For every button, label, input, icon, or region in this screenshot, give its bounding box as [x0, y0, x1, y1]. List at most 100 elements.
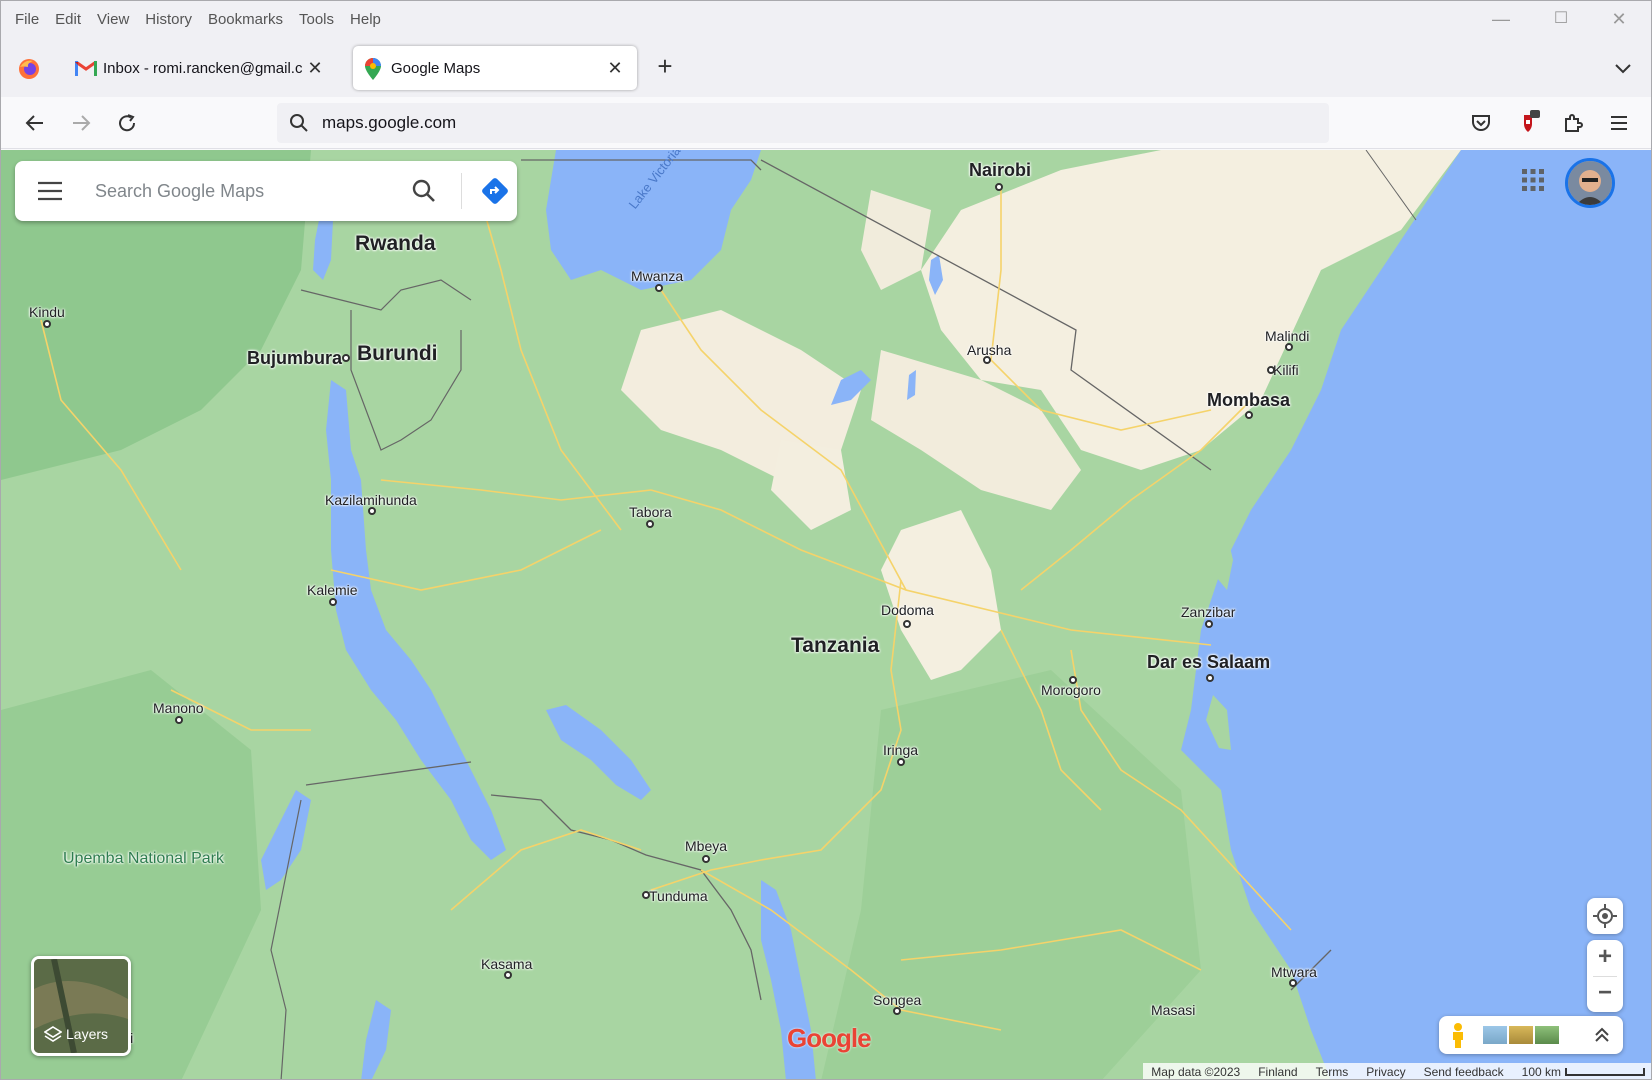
layers-button[interactable]: Layers [31, 956, 131, 1056]
label-rwanda[interactable]: Rwanda [355, 232, 436, 256]
send-feedback-link[interactable]: Send feedback [1424, 1065, 1504, 1079]
my-location-button[interactable] [1587, 898, 1623, 934]
menu-view[interactable]: View [89, 11, 137, 28]
label-kilifi[interactable]: Kilifi [1273, 362, 1299, 378]
city-marker[interactable] [1285, 343, 1293, 351]
apps-grid-icon[interactable] [1521, 168, 1545, 192]
thumbnail-forest[interactable] [1535, 1026, 1559, 1044]
city-marker[interactable] [175, 716, 183, 724]
label-mwanza[interactable]: Mwanza [631, 268, 683, 284]
city-marker[interactable] [995, 183, 1003, 191]
label-mtwara[interactable]: Mtwara [1271, 964, 1317, 980]
label-manono[interactable]: Manono [153, 700, 204, 716]
hamburger-menu-icon[interactable] [37, 180, 63, 202]
terms-link[interactable]: Terms [1316, 1065, 1349, 1079]
label-dar-es-salaam[interactable]: Dar es Salaam [1147, 652, 1270, 673]
thumbnail-terrain[interactable] [1509, 1026, 1533, 1044]
city-marker[interactable] [903, 620, 911, 628]
menu-bookmarks[interactable]: Bookmarks [200, 11, 291, 28]
city-marker[interactable] [983, 356, 991, 364]
search-icon[interactable] [411, 178, 437, 204]
menu-tools[interactable]: Tools [291, 11, 342, 28]
menu-bar: File Edit View History Bookmarks Tools H… [1, 1, 1651, 37]
region-link[interactable]: Finland [1258, 1065, 1297, 1079]
privacy-link[interactable]: Privacy [1366, 1065, 1405, 1079]
pocket-icon[interactable] [1465, 107, 1497, 139]
label-kalemie[interactable]: Kalemie [307, 582, 358, 598]
city-marker[interactable] [504, 971, 512, 979]
menu-history[interactable]: History [137, 11, 200, 28]
minimize-icon[interactable]: — [1491, 9, 1511, 29]
layers-icon [43, 1025, 63, 1043]
city-marker[interactable] [43, 320, 51, 328]
label-kasama[interactable]: Kasama [481, 956, 532, 972]
label-arusha[interactable]: Arusha [967, 342, 1011, 358]
hamburger-menu-icon[interactable] [1603, 107, 1635, 139]
city-marker[interactable] [329, 598, 337, 606]
city-marker[interactable] [646, 520, 654, 528]
close-window-icon[interactable]: ✕ [1609, 9, 1629, 29]
navigation-toolbar: maps.google.com [1, 97, 1651, 149]
new-tab-icon[interactable]: + [653, 53, 677, 79]
city-marker[interactable] [1206, 674, 1214, 682]
thumbnail-coast[interactable] [1483, 1026, 1507, 1044]
tab-gmail[interactable]: Inbox - romi.rancken@gmail.com ✕ [63, 46, 343, 90]
label-kazilamihunda[interactable]: Kazilamihunda [325, 492, 417, 508]
pegman-icon[interactable] [1451, 1022, 1465, 1048]
label-iringa[interactable]: Iringa [883, 742, 918, 758]
tab-google-maps[interactable]: Google Maps ✕ [353, 46, 637, 90]
label-burundi[interactable]: Burundi [357, 342, 437, 366]
zoom-out-button[interactable]: − [1587, 977, 1623, 1012]
extensions-puzzle-icon[interactable] [1557, 107, 1589, 139]
firefox-icon[interactable] [17, 57, 41, 81]
city-marker[interactable] [1245, 411, 1253, 419]
chevron-up-double-icon[interactable] [1593, 1026, 1611, 1044]
reload-icon[interactable] [111, 107, 143, 139]
city-marker[interactable] [1069, 676, 1077, 684]
city-marker[interactable] [642, 891, 650, 899]
city-marker[interactable] [368, 507, 376, 515]
city-marker[interactable] [655, 284, 663, 292]
back-arrow-icon[interactable] [19, 107, 51, 139]
chevron-down-icon[interactable] [1611, 56, 1635, 80]
forward-arrow-icon[interactable] [65, 107, 97, 139]
label-nairobi[interactable]: Nairobi [969, 160, 1031, 181]
label-morogoro[interactable]: Morogoro [1041, 682, 1101, 698]
avatar[interactable] [1565, 158, 1615, 208]
label-dodoma[interactable]: Dodoma [881, 602, 934, 618]
label-songea[interactable]: Songea [873, 992, 921, 1008]
maximize-icon[interactable]: ☐ [1551, 9, 1571, 29]
scale-bar[interactable]: 100 km [1522, 1065, 1645, 1079]
label-kindu[interactable]: Kindu [29, 304, 65, 320]
city-marker[interactable] [342, 354, 350, 362]
directions-icon[interactable] [481, 177, 509, 205]
label-mombasa[interactable]: Mombasa [1207, 390, 1290, 411]
label-masasi[interactable]: Masasi [1151, 1002, 1195, 1018]
imagery-strip [1439, 1016, 1623, 1054]
label-malindi[interactable]: Malindi [1265, 328, 1309, 344]
close-tab-icon[interactable]: ✕ [605, 58, 625, 78]
label-tabora[interactable]: Tabora [629, 504, 672, 520]
city-marker[interactable] [702, 855, 710, 863]
map-data-attribution: Map data ©2023 [1151, 1065, 1241, 1079]
url-bar[interactable]: maps.google.com [277, 103, 1329, 143]
label-zanzibar[interactable]: Zanzibar [1181, 604, 1235, 620]
label-bujumbura[interactable]: Bujumbura [247, 348, 342, 369]
zoom-in-button[interactable]: + [1587, 940, 1623, 976]
menu-edit[interactable]: Edit [47, 11, 89, 28]
label-tunduma[interactable]: Tunduma [649, 888, 708, 904]
city-marker[interactable] [1205, 620, 1213, 628]
map-canvas[interactable]: Lake Victoria Nairobi Rwanda Mwanza Kind… [1, 150, 1651, 1079]
city-marker[interactable] [1267, 366, 1275, 374]
close-tab-icon[interactable]: ✕ [305, 58, 325, 78]
city-marker[interactable] [893, 1007, 901, 1015]
menu-help[interactable]: Help [342, 11, 389, 28]
city-marker[interactable] [1289, 979, 1297, 987]
city-marker[interactable] [897, 758, 905, 766]
label-tanzania[interactable]: Tanzania [791, 634, 879, 658]
ublock-shield-icon[interactable] [1511, 107, 1543, 139]
label-upemba-national-park[interactable]: Upemba National Park [63, 850, 224, 868]
search-input[interactable] [95, 161, 385, 221]
label-mbeya[interactable]: Mbeya [685, 838, 727, 854]
menu-file[interactable]: File [7, 11, 47, 28]
